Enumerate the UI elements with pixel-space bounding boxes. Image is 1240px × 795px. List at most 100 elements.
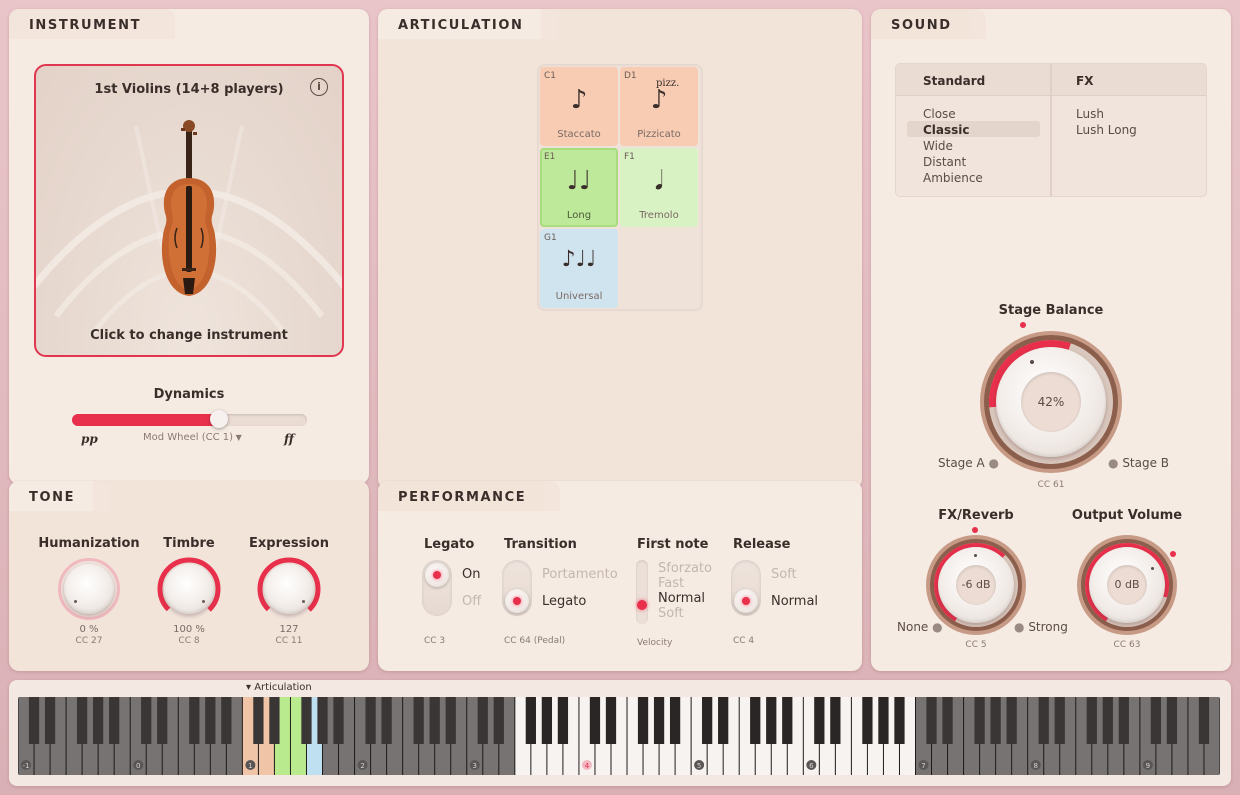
release-option-soft[interactable]: Soft [771, 567, 797, 582]
black-key[interactable] [862, 697, 873, 744]
black-key[interactable] [750, 697, 761, 744]
black-key[interactable] [269, 697, 280, 744]
transition-option-legato[interactable]: Legato [542, 594, 586, 609]
black-key[interactable] [525, 697, 536, 744]
black-key[interactable] [76, 697, 88, 744]
articulation-tile-staccato[interactable]: C1 ♪ Staccato [540, 67, 618, 146]
black-key[interactable] [157, 697, 168, 744]
black-key[interactable] [141, 697, 152, 744]
black-key[interactable] [718, 697, 729, 744]
black-key[interactable] [28, 697, 40, 744]
black-key[interactable] [653, 697, 665, 744]
black-key[interactable] [766, 697, 777, 744]
stage-b-label[interactable]: ● Stage B [1108, 456, 1169, 470]
output-volume-value: 0 dB [1114, 578, 1140, 591]
fx-strong-label[interactable]: ● Strong [1014, 620, 1068, 634]
black-key[interactable] [317, 697, 328, 744]
dynamics-source-select[interactable]: Mod Wheel (CC 1) ▼ [143, 432, 242, 443]
articulation-range-toggle[interactable]: ▾ Articulation [246, 682, 312, 693]
articulation-grid: C1 ♪ Staccato D1 pizz. ♪ Pizzicato E1 ♩♩… [537, 64, 703, 311]
articulation-tile-tremolo[interactable]: F1 𝅘𝅥 Tremolo [620, 148, 698, 227]
articulation-tile-long[interactable]: E1 ♩♩ Long [540, 148, 618, 227]
black-key[interactable] [205, 697, 216, 744]
articulation-tile-universal[interactable]: G1 ♪♩♩ Universal [540, 229, 618, 308]
black-key[interactable] [1198, 697, 1210, 744]
legato-option-off[interactable]: Off [462, 594, 481, 609]
dynamics-slider[interactable] [72, 410, 307, 428]
standard-item-wide[interactable]: Wide [923, 139, 953, 153]
black-key[interactable] [541, 697, 553, 744]
black-key[interactable] [109, 697, 120, 744]
dynamics-slider-thumb[interactable] [210, 410, 228, 428]
black-key[interactable] [44, 697, 56, 744]
black-key[interactable] [557, 697, 569, 744]
black-key[interactable] [814, 697, 825, 744]
dot-icon: ● [1108, 456, 1119, 470]
legato-option-on[interactable]: On [462, 567, 480, 582]
fx-item-lush-long[interactable]: Lush Long [1076, 123, 1137, 137]
piano-keys[interactable]: -1 0 1 2 3 4 5 6 7 8 9 [18, 697, 1220, 775]
sound-header: SOUND [871, 9, 986, 39]
black-key[interactable] [477, 697, 488, 744]
black-key[interactable] [782, 697, 793, 744]
black-key[interactable] [93, 697, 104, 744]
transition-switch[interactable] [502, 560, 532, 616]
black-key[interactable] [1054, 697, 1065, 744]
first-note-option-soft[interactable]: Soft [658, 606, 684, 621]
black-key[interactable] [974, 697, 985, 744]
black-key[interactable] [637, 697, 649, 744]
fx-item-lush[interactable]: Lush [1076, 107, 1104, 121]
fx-none-label[interactable]: None ● [897, 620, 943, 634]
octave-label: 2 [360, 762, 364, 770]
black-key[interactable] [1006, 697, 1017, 744]
black-key[interactable] [365, 697, 376, 744]
black-key[interactable] [381, 697, 392, 744]
legato-switch[interactable] [422, 560, 452, 616]
release-switch[interactable] [731, 560, 761, 616]
black-key[interactable] [669, 697, 681, 744]
instrument-selector[interactable]: 1st Violins (14+8 players) i Click to ch… [34, 64, 344, 357]
black-key[interactable] [942, 697, 953, 744]
black-key[interactable] [830, 697, 841, 744]
release-option-normal[interactable]: Normal [771, 594, 818, 609]
output-volume-knob[interactable]: 0 dB [1075, 533, 1179, 637]
black-key[interactable] [429, 697, 440, 744]
black-key[interactable] [1086, 697, 1097, 744]
black-key[interactable] [990, 697, 1001, 744]
black-key[interactable] [189, 697, 200, 744]
stage-balance-knob[interactable]: 42% [976, 327, 1126, 477]
black-key[interactable] [301, 697, 312, 744]
standard-item-distant[interactable]: Distant [923, 155, 966, 169]
black-key[interactable] [1166, 697, 1178, 744]
stage-a-label[interactable]: Stage A ● [938, 456, 999, 470]
black-key[interactable] [445, 697, 456, 744]
first-note-option-fast[interactable]: Fast [658, 576, 684, 591]
first-note-option-sforzato[interactable]: Sforzato [658, 561, 712, 576]
transition-option-portamento[interactable]: Portamento [542, 567, 618, 582]
black-key[interactable] [702, 697, 713, 744]
articulation-tile-pizzicato[interactable]: D1 pizz. ♪ Pizzicato [620, 67, 698, 146]
black-key[interactable] [253, 697, 264, 744]
black-key[interactable] [926, 697, 937, 744]
first-note-label: First note [637, 537, 709, 552]
black-key[interactable] [221, 697, 232, 744]
piano-keyboard[interactable]: -1 0 1 2 3 4 5 6 7 8 9 [18, 697, 1220, 775]
black-key[interactable] [1118, 697, 1129, 744]
black-key[interactable] [605, 697, 617, 744]
black-key[interactable] [1102, 697, 1113, 744]
black-key[interactable] [413, 697, 424, 744]
first-note-option-normal[interactable]: Normal [658, 591, 705, 606]
black-key[interactable] [894, 697, 905, 744]
black-key[interactable] [1038, 697, 1049, 744]
black-key[interactable] [333, 697, 344, 744]
tone-knob-expression[interactable]: Expression 127 CC 11 [229, 536, 349, 656]
black-key[interactable] [1150, 697, 1162, 744]
standard-item-ambience[interactable]: Ambience [923, 171, 983, 185]
black-key[interactable] [493, 697, 504, 744]
black-key[interactable] [589, 697, 601, 744]
first-note-selector[interactable] [636, 560, 648, 624]
standard-item-close[interactable]: Close [923, 107, 956, 121]
black-key[interactable] [878, 697, 889, 744]
standard-item-classic[interactable]: Classic [923, 123, 970, 137]
info-icon[interactable]: i [310, 78, 328, 96]
